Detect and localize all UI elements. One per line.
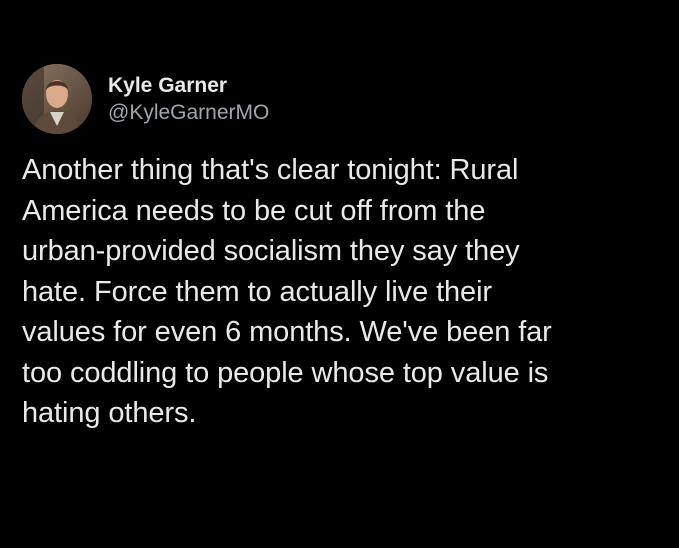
tweet-header: Kyle Garner @KyleGarnerMO bbox=[22, 64, 269, 134]
display-name[interactable]: Kyle Garner bbox=[108, 72, 269, 99]
user-handle[interactable]: @KyleGarnerMO bbox=[108, 99, 269, 126]
profile-photo-icon bbox=[22, 64, 92, 134]
author-names: Kyle Garner @KyleGarnerMO bbox=[108, 72, 269, 126]
avatar[interactable] bbox=[22, 64, 92, 134]
tweet-card: Kyle Garner @KyleGarnerMO Another thing … bbox=[0, 0, 679, 548]
tweet-text: Another thing that's clear tonight: Rura… bbox=[22, 154, 552, 429]
